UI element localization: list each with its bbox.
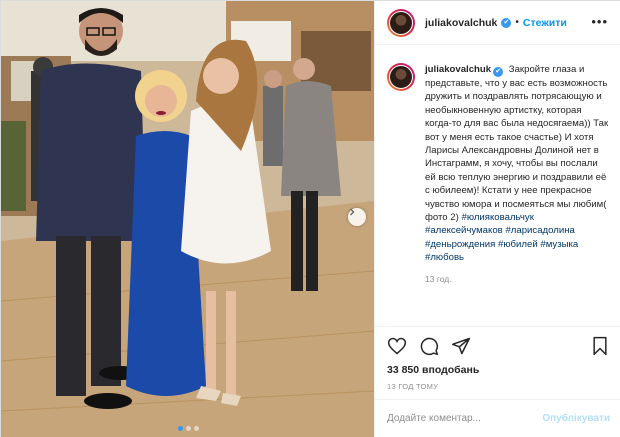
author-avatar[interactable]	[387, 8, 415, 37]
caption-text: Закройте глаза и представьте, что у вас …	[425, 64, 609, 224]
author-username[interactable]: juliakovalchuk	[425, 17, 497, 29]
verified-badge-icon: ✔	[501, 17, 512, 28]
verified-badge-icon: ✔	[493, 67, 504, 77]
carousel-indicator	[178, 426, 199, 431]
instagram-post: juliakovalchuk ✔ • Стежити ••• juliakova…	[0, 0, 620, 437]
comment-icon[interactable]	[419, 336, 439, 356]
post-photo[interactable]	[1, 1, 374, 437]
header-separator: •	[515, 17, 519, 28]
caption-avatar[interactable]	[387, 63, 415, 91]
carousel-dot	[194, 426, 199, 431]
heart-icon[interactable]	[387, 336, 407, 356]
hashtag-link[interactable]: #юлияковальчук	[462, 212, 534, 223]
hashtag-link[interactable]: #деньрождения	[425, 239, 495, 250]
publish-button[interactable]: Опублікувати	[542, 413, 610, 424]
post-header: juliakovalchuk ✔ • Стежити •••	[375, 1, 620, 45]
more-options-icon[interactable]: •••	[591, 15, 608, 28]
caption-timestamp: 13 год.	[425, 273, 452, 284]
add-comment-bar: Опублікувати	[375, 399, 620, 437]
likes-count[interactable]: 33 850 вподобань	[387, 364, 479, 376]
caption-area: juliakovalchuk ✔ Закройте глаза и предста…	[375, 45, 620, 326]
carousel-dot-active	[178, 426, 183, 431]
post-time-ago: 13 ГОД ТОМУ	[387, 382, 439, 391]
photo-illustration	[1, 1, 374, 437]
hashtag-link[interactable]: #алексейчумаков	[425, 225, 503, 236]
post-actions: 33 850 вподобань 13 ГОД ТОМУ Опублікуват…	[375, 326, 620, 436]
next-slide-button[interactable]	[348, 208, 366, 226]
bookmark-icon[interactable]	[590, 336, 610, 356]
hashtag-link[interactable]: #музыка	[540, 239, 578, 250]
hashtag-link[interactable]: #любовь	[425, 252, 464, 263]
hashtag-link[interactable]: #юбилей	[498, 239, 538, 250]
chevron-right-icon	[350, 208, 355, 216]
follow-button[interactable]: Стежити	[523, 17, 567, 29]
comment-input[interactable]	[387, 413, 543, 424]
caption-username[interactable]: juliakovalchuk	[425, 64, 491, 75]
carousel-dot	[186, 426, 191, 431]
post-side-panel: juliakovalchuk ✔ • Стежити ••• juliakova…	[374, 1, 620, 437]
share-icon[interactable]	[451, 336, 471, 356]
caption: juliakovalchuk ✔ Закройте глаза и предста…	[425, 63, 609, 326]
action-icons	[387, 336, 471, 356]
hashtag-link[interactable]: #ларисадолина	[505, 225, 574, 236]
